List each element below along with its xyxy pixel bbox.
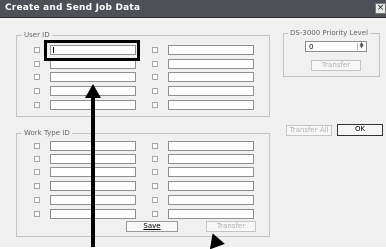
highlight-box: [44, 40, 140, 61]
priority-input[interactable]: 0 ▲ ▼: [305, 41, 367, 52]
priority-transfer-button[interactable]: Transfer: [311, 60, 361, 71]
user-id-checkbox[interactable]: [152, 102, 158, 108]
user-id-checkbox[interactable]: [34, 74, 40, 80]
user-id-checkbox[interactable]: [34, 102, 40, 108]
work-type-id-legend: Work Type ID: [22, 129, 72, 137]
priority-legend: DS-3000 Priority Level: [288, 29, 371, 37]
close-icon[interactable]: ×: [375, 3, 386, 14]
priority-value: 0: [309, 43, 314, 51]
user-id-field[interactable]: [168, 45, 254, 55]
work-type-id-field[interactable]: [168, 209, 254, 219]
bottom-transfer-button[interactable]: Transfer: [206, 221, 256, 232]
ok-button[interactable]: OK: [337, 124, 383, 136]
work-type-id-checkbox[interactable]: [34, 197, 40, 203]
work-type-id-checkbox[interactable]: [34, 169, 40, 175]
user-id-checkbox[interactable]: [152, 88, 158, 94]
work-type-id-checkbox[interactable]: [152, 197, 158, 203]
user-id-checkbox[interactable]: [34, 61, 40, 67]
user-id-checkbox[interactable]: [34, 47, 40, 53]
user-id-checkbox[interactable]: [34, 88, 40, 94]
work-type-id-checkbox[interactable]: [34, 143, 40, 149]
work-type-id-checkbox[interactable]: [152, 156, 158, 162]
user-id-field[interactable]: [168, 72, 254, 82]
save-button[interactable]: Save: [126, 221, 178, 232]
work-type-id-checkbox[interactable]: [152, 211, 158, 217]
save-button-label: Save: [143, 222, 161, 230]
user-id-field[interactable]: [50, 72, 136, 82]
work-type-id-field[interactable]: [168, 154, 254, 164]
arrow-up-icon: [85, 84, 101, 98]
window-title: Create and Send Job Data: [5, 3, 141, 13]
user-id-field[interactable]: [168, 100, 254, 110]
user-id-checkbox[interactable]: [152, 61, 158, 67]
work-type-id-checkbox[interactable]: [34, 211, 40, 217]
work-type-id-field[interactable]: [168, 195, 254, 205]
title-bar: Create and Send Job Data ×: [0, 0, 386, 18]
priority-spinner-icon[interactable]: ▲ ▼: [357, 42, 365, 50]
work-type-id-checkbox[interactable]: [34, 183, 40, 189]
transfer-all-button[interactable]: Transfer All: [286, 125, 332, 136]
work-type-id-field[interactable]: [168, 167, 254, 177]
work-type-id-field[interactable]: [168, 141, 254, 151]
user-id-field[interactable]: [168, 86, 254, 96]
work-type-id-checkbox[interactable]: [34, 156, 40, 162]
work-type-id-checkbox[interactable]: [152, 183, 158, 189]
dialog-window: Create and Send Job Data × User ID Work …: [0, 0, 386, 249]
work-type-id-field[interactable]: [168, 181, 254, 191]
user-id-legend: User ID: [22, 31, 52, 39]
user-id-checkbox[interactable]: [152, 47, 158, 53]
arrow-up-shaft: [91, 97, 95, 247]
work-type-id-checkbox[interactable]: [152, 169, 158, 175]
user-id-checkbox[interactable]: [152, 74, 158, 80]
user-id-field[interactable]: [168, 59, 254, 69]
work-type-id-checkbox[interactable]: [152, 143, 158, 149]
